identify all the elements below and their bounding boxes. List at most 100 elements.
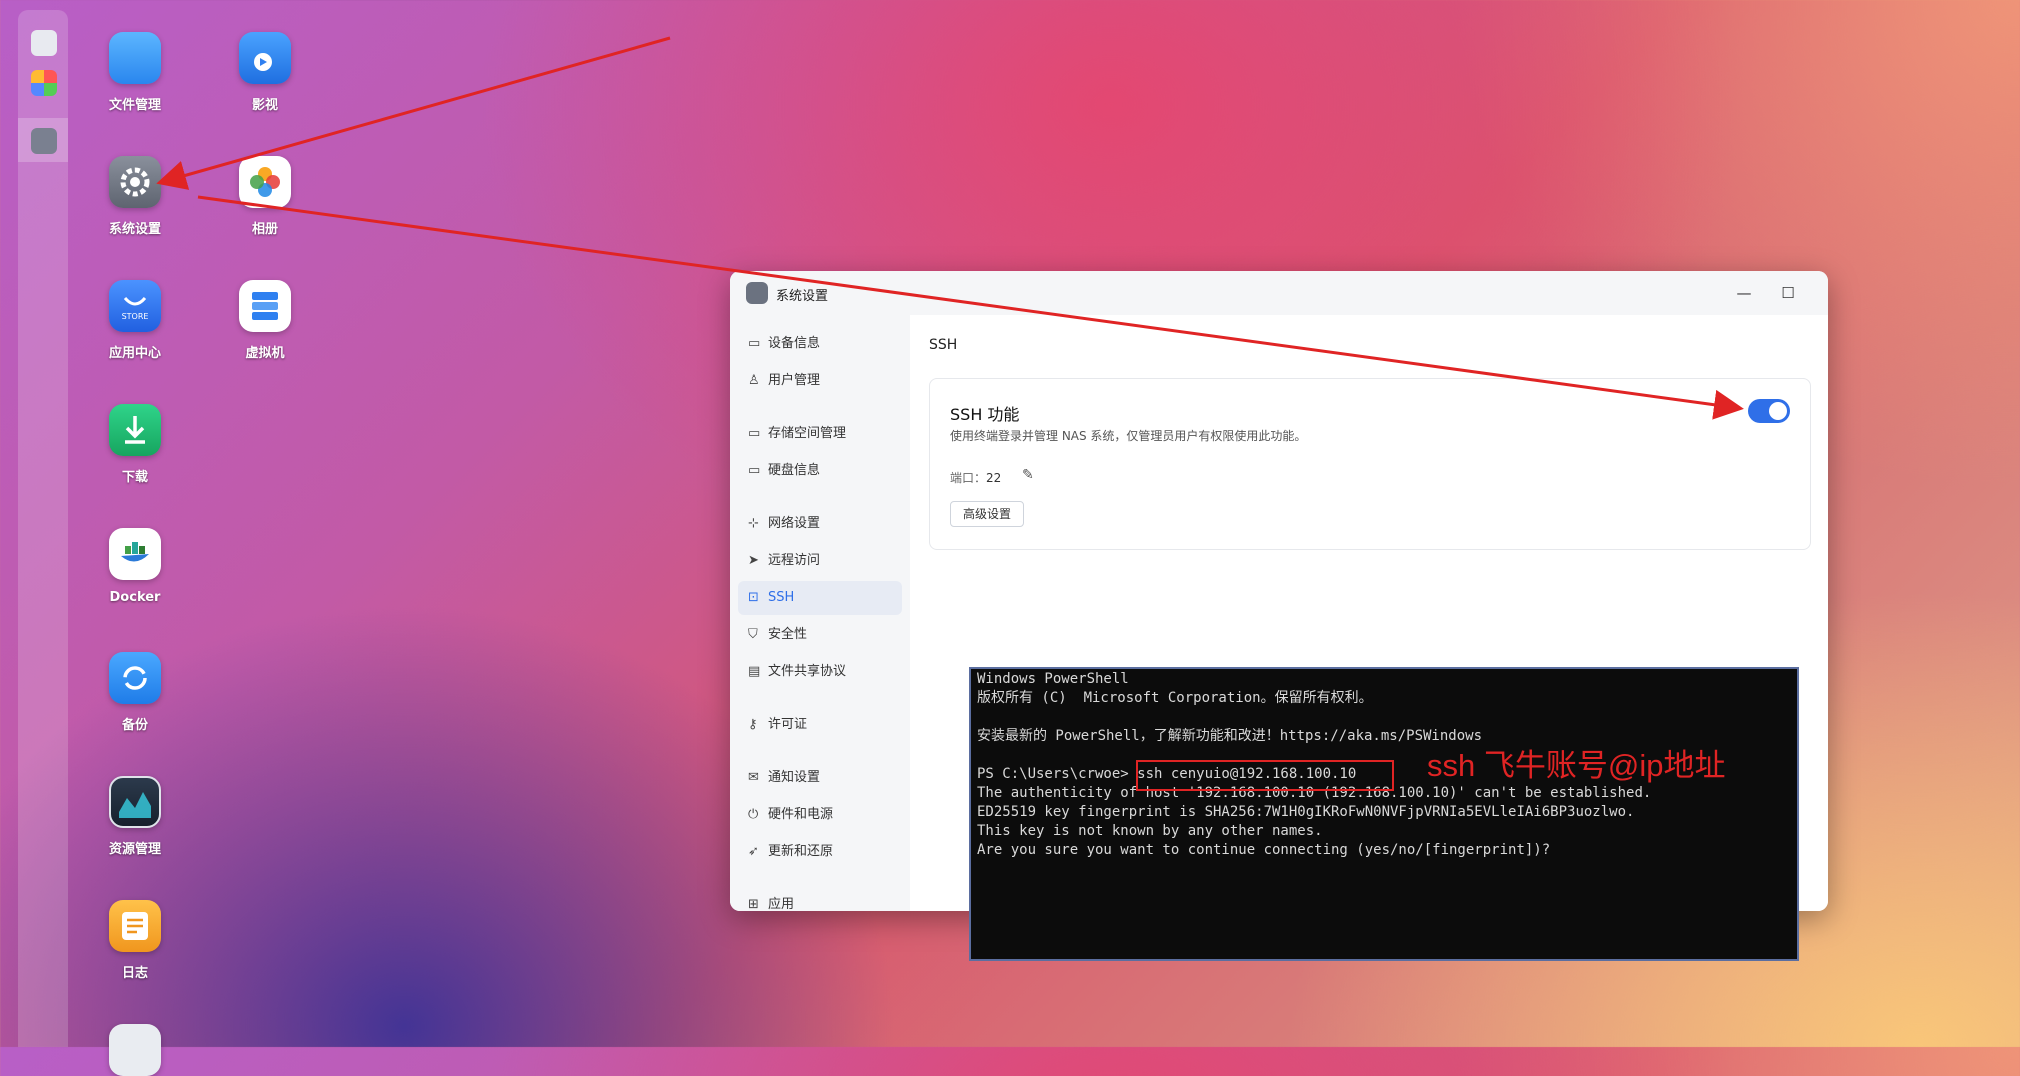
desktop-icon-log[interactable]: 日志 <box>80 900 190 981</box>
sidebar-item-label: 硬件和电源 <box>768 807 834 822</box>
sidebar-item-label: 应用 <box>768 897 795 911</box>
desktop-icon-label: 应用中心 <box>108 346 161 361</box>
desktop-icon-label: 虚拟机 <box>245 346 285 361</box>
sidebar-item-disk[interactable]: ▭ 硬盘信息 <box>738 454 902 488</box>
desktop-icon-label: 下载 <box>121 470 148 485</box>
toggle-knob <box>1769 402 1787 420</box>
sidebar-item-update[interactable]: ➶ 更新和还原 <box>738 835 902 869</box>
storage-icon: ▭ <box>748 426 761 441</box>
sidebar-item-label: 设备信息 <box>768 336 821 351</box>
download-icon <box>109 404 161 456</box>
maximize-button[interactable]: ☐ <box>1774 281 1802 305</box>
resource-monitor-icon <box>109 776 161 828</box>
desktop-icon-vm[interactable]: 虚拟机 <box>210 280 320 361</box>
sidebar-item-ssh[interactable]: ⊡ SSH <box>738 581 902 615</box>
sidebar-item-device-info[interactable]: ▭ 设备信息 <box>738 327 902 361</box>
terminal-line: Are you sure you want to continue connec… <box>977 842 1551 858</box>
apps-icon: ⊞ <box>748 897 759 912</box>
desktop-icon-files[interactable]: 文件管理 <box>80 32 190 113</box>
sidebar-item-hardware[interactable]: ⏻ 硬件和电源 <box>738 798 902 832</box>
sidebar-item-label: 硬盘信息 <box>768 463 821 478</box>
desktop-icon-docker[interactable]: Docker <box>80 528 190 605</box>
sidebar-item-label: SSH <box>768 590 795 605</box>
video-player-icon <box>239 32 291 84</box>
key-icon: ⚷ <box>748 717 758 732</box>
desktop-icon-label: 文件管理 <box>108 98 161 113</box>
file-share-icon: ▤ <box>748 664 761 679</box>
terminal-line: Windows PowerShell <box>977 671 1129 687</box>
sidebar-item-label: 许可证 <box>768 717 808 732</box>
desktop-icon-label: 影视 <box>251 98 278 113</box>
window-title: 系统设置 <box>776 289 829 304</box>
terminal-line: ED25519 key fingerprint is SHA256:7W1H0g… <box>977 804 1635 820</box>
log-icon <box>109 900 161 952</box>
sidebar-item-label: 远程访问 <box>768 553 821 568</box>
sidebar-item-users[interactable]: ♙ 用户管理 <box>738 364 902 398</box>
settings-sidebar: ▭ 设备信息 ♙ 用户管理 ▭ 存储空间管理 ▭ 硬盘信息 ⊹ 网络设置 ➤ 远程访问 ⊡ S… <box>730 315 910 911</box>
ssh-card: SSH 功能 使用终端登录并管理 NAS 系统，仅管理员用户有权限使用此功能。 … <box>929 378 1811 550</box>
sidebar-item-label: 更新和还原 <box>768 844 834 859</box>
desktop-icon-partial[interactable] <box>80 1024 190 1076</box>
sidebar-item-label: 通知设置 <box>768 770 821 785</box>
desktop-icon-resource[interactable]: 资源管理 <box>80 776 190 857</box>
port-row: 端口：22 <box>950 469 1001 486</box>
disk-icon: ▭ <box>748 463 761 478</box>
desktop-icon[interactable] <box>31 30 57 56</box>
shield-icon: ⛉ <box>748 627 758 642</box>
sidebar-item-remote[interactable]: ➤ 远程访问 <box>738 544 902 578</box>
window-titlebar[interactable]: 系统设置 — ☐ ✕ <box>730 271 1828 315</box>
sidebar-item-security[interactable]: ⛉ 安全性 <box>738 618 902 652</box>
ssh-icon: ⊡ <box>748 590 759 605</box>
powershell-terminal[interactable]: Windows PowerShell 版权所有 (C) Microsoft Co… <box>969 667 1799 961</box>
desktop-icon-label: 系统设置 <box>108 222 161 237</box>
sidebar-item-label: 网络设置 <box>768 516 821 531</box>
sidebar-item-label: 文件共享协议 <box>768 664 847 679</box>
desktop-icon-label: 日志 <box>121 966 148 981</box>
sidebar-item-storage[interactable]: ▭ 存储空间管理 <box>738 417 902 451</box>
desktop-icon-backup[interactable]: 备份 <box>80 652 190 733</box>
remote-icon: ➤ <box>748 553 759 568</box>
desktop-icon-settings[interactable]: 系统设置 <box>80 156 190 237</box>
store-badge: STORE <box>121 312 149 321</box>
ssh-card-description: 使用终端登录并管理 NAS 系统，仅管理员用户有权限使用此功能。 <box>950 429 1307 443</box>
terminal-line: This key is not known by any other names… <box>977 823 1323 839</box>
desktop-icon-label: 备份 <box>121 718 148 733</box>
docker-icon <box>109 528 161 580</box>
sidebar-item-file-share[interactable]: ▤ 文件共享协议 <box>738 655 902 689</box>
terminal-line: 版权所有 (C) Microsoft Corporation。保留所有权利。 <box>977 690 1373 706</box>
desktop-icon-label: Docker <box>109 590 161 605</box>
ssh-toggle[interactable] <box>1748 399 1790 423</box>
port-value: 22 <box>986 471 1002 485</box>
port-label: 端口： <box>950 471 987 485</box>
desktop-icon-app-center[interactable]: STORE 应用中心 <box>80 280 190 361</box>
terminal-line: 安装最新的 PowerShell，了解新功能和改进！https://aka.ms… <box>977 728 1483 744</box>
app-grid-icon[interactable] <box>31 70 57 96</box>
desktop-icon-video[interactable]: 影视 <box>210 32 320 113</box>
sidebar-item-notifications[interactable]: ✉ 通知设置 <box>738 761 902 795</box>
command-highlight-box <box>1136 760 1394 791</box>
annotation-text: ssh 飞牛账号@ip地址 <box>1427 748 1726 783</box>
minimize-button[interactable]: — <box>1730 281 1758 305</box>
ssh-card-heading: SSH 功能 <box>950 405 1020 424</box>
backup-icon <box>109 652 161 704</box>
rocket-icon: ➶ <box>748 844 759 859</box>
settings-dock-icon[interactable] <box>31 128 57 154</box>
page-title: SSH <box>929 337 958 353</box>
app-icon <box>109 1024 161 1076</box>
sidebar-item-label: 安全性 <box>768 627 808 642</box>
desktop-icon-label: 资源管理 <box>108 842 161 857</box>
gear-icon <box>109 156 161 208</box>
close-button[interactable]: ✕ <box>1820 281 1829 305</box>
sidebar-item-license[interactable]: ⚷ 许可证 <box>738 708 902 742</box>
folder-icon <box>109 32 161 84</box>
edit-port-icon[interactable]: ✎ <box>1022 467 1034 483</box>
photos-icon <box>239 156 291 208</box>
left-dock <box>18 10 68 1047</box>
desktop-icon-download[interactable]: 下载 <box>80 404 190 485</box>
desktop-icon-photos[interactable]: 相册 <box>210 156 320 237</box>
device-icon: ▭ <box>748 336 761 351</box>
advanced-settings-button[interactable]: 高级设置 <box>950 501 1024 527</box>
sidebar-item-label: 用户管理 <box>768 373 821 388</box>
sidebar-item-apps[interactable]: ⊞ 应用 <box>738 888 902 911</box>
sidebar-item-network[interactable]: ⊹ 网络设置 <box>738 507 902 541</box>
